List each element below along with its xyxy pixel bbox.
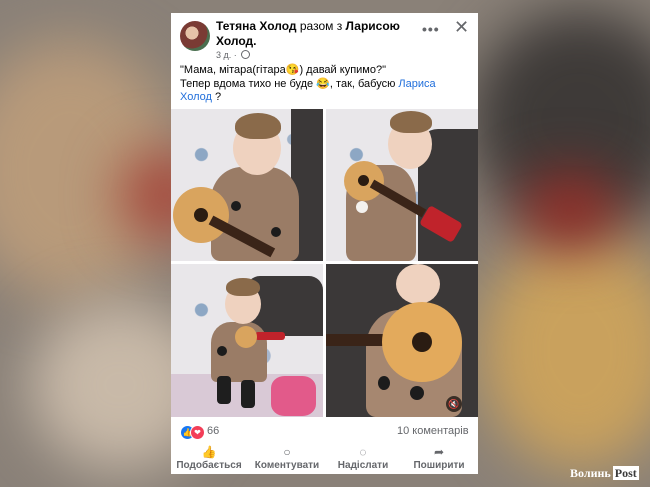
post-text: "Мама, мітара(гітара😘) давай купимо?" Те… <box>180 64 470 105</box>
share-icon: ➦ <box>433 445 445 459</box>
photo-grid: 🔇 <box>171 109 478 417</box>
with-text: разом з <box>299 19 343 33</box>
watermark-logo: Волинь Post <box>570 466 639 481</box>
like-label: Подобається <box>176 460 242 471</box>
globe-icon <box>241 50 251 59</box>
comment-label: Коментувати <box>254 460 320 471</box>
photo-2[interactable] <box>326 109 478 261</box>
photo-3[interactable] <box>171 264 323 417</box>
send-button[interactable]: ◌ Надіслати <box>328 445 398 471</box>
speaker-muted-icon[interactable]: 🔇 <box>446 396 462 412</box>
close-icon[interactable]: ✕ <box>454 17 469 38</box>
action-bar: 👍 Подобається ○ Коментувати ◌ Надіслати … <box>171 445 478 474</box>
like-button[interactable]: 👍 Подобається <box>174 445 244 471</box>
photo-1[interactable] <box>171 109 323 261</box>
facebook-post-card: Тетяна Холод разом з Ларисою Холод. 3 д.… <box>171 13 478 474</box>
photo-4[interactable]: 🔇 <box>326 264 478 417</box>
author-line: Тетяна Холод разом з Ларисою Холод. <box>216 19 421 49</box>
thumbs-up-icon: 👍 <box>201 445 217 459</box>
post-time[interactable]: 3 д. <box>216 50 231 60</box>
messenger-icon: ◌ <box>359 445 367 459</box>
share-label: Поширити <box>413 460 465 471</box>
reaction-count: 66 <box>207 425 220 437</box>
share-button[interactable]: ➦ Поширити <box>404 445 474 471</box>
post-header: Тетяна Холод разом з Ларисою Холод. 3 д.… <box>171 13 478 68</box>
post-text-line-1: "Мама, мітара(гітара😘) давай купимо?" <box>180 64 386 76</box>
watermark-right: Post <box>612 466 639 480</box>
comment-icon: ○ <box>283 445 291 459</box>
post-text-line-2-suffix: ? <box>215 91 222 103</box>
comments-count[interactable]: 10 коментарів <box>397 425 469 437</box>
post-text-line-2-prefix: Тепер вдома тихо не буде 😂, так, бабусю <box>180 77 396 90</box>
author-line-period: . <box>253 34 257 48</box>
author-name[interactable]: Тетяна Холод <box>216 19 297 33</box>
post-text-line-2: Тепер вдома тихо не буде 😂, так, бабусю … <box>180 78 470 105</box>
love-icon: ❤ <box>190 425 205 440</box>
more-options-icon[interactable]: ••• <box>422 21 440 37</box>
watermark-left: Волинь <box>570 466 611 480</box>
comment-button[interactable]: ○ Коментувати <box>252 445 322 471</box>
send-label: Надіслати <box>337 460 389 471</box>
meta-separator: · <box>233 50 237 60</box>
post-meta: 3 д. · <box>216 50 251 60</box>
avatar[interactable] <box>180 21 210 51</box>
